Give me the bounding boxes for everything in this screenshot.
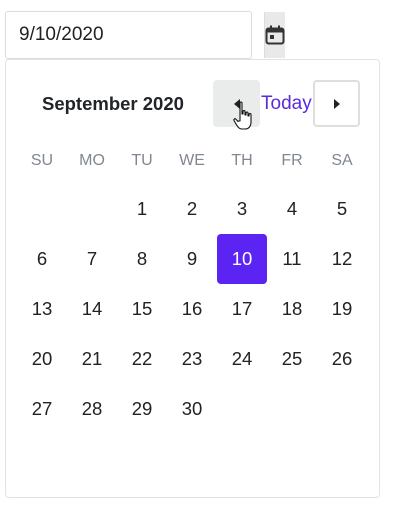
- calendar-empty-cell: [17, 184, 67, 234]
- calendar-day-number: 16: [181, 298, 203, 319]
- date-picker-input-group: [5, 11, 285, 59]
- calendar-day[interactable]: 7: [67, 234, 117, 284]
- weekday-label: FR: [281, 152, 303, 169]
- calendar-day[interactable]: 30: [167, 384, 217, 434]
- date-input[interactable]: [6, 12, 264, 58]
- calendar-day-number: 7: [86, 248, 98, 269]
- calendar-day-selected[interactable]: 10: [217, 234, 267, 284]
- calendar-day[interactable]: 17: [217, 284, 267, 334]
- calendar-day-number: 15: [131, 298, 153, 319]
- caret-right-icon: [333, 98, 340, 109]
- caret-left-icon: [233, 98, 240, 109]
- calendar-header: September 2020 Today: [6, 80, 379, 128]
- calendar-day-number: 18: [281, 298, 303, 319]
- calendar-empty-cell: [267, 384, 317, 434]
- calendar-day-number: 8: [136, 248, 148, 269]
- calendar-day-number: 19: [331, 298, 353, 319]
- calendar-day-number: 14: [81, 298, 103, 319]
- next-month-button[interactable]: [313, 80, 360, 127]
- calendar-day[interactable]: 2: [167, 184, 217, 234]
- calendar-day-number: 4: [286, 198, 298, 219]
- calendar-day[interactable]: 23: [167, 334, 217, 384]
- calendar-day-number: 12: [331, 248, 353, 269]
- calendar-day-number: 13: [31, 298, 53, 319]
- calendar-day[interactable]: 19: [317, 284, 367, 334]
- calendar-day-number: 24: [231, 348, 253, 369]
- calendar-day-number: 1: [136, 198, 148, 219]
- calendar-day[interactable]: 18: [267, 284, 317, 334]
- calendar-day-number: 20: [31, 348, 53, 369]
- calendar-day[interactable]: 21: [67, 334, 117, 384]
- calendar-day[interactable]: 11: [267, 234, 317, 284]
- calendar-day-number: 6: [36, 248, 48, 269]
- calendar-day-number: 2: [186, 198, 198, 219]
- calendar-day[interactable]: 6: [17, 234, 67, 284]
- calendar-day[interactable]: 22: [117, 334, 167, 384]
- calendar-day[interactable]: 8: [117, 234, 167, 284]
- calendar-empty-cell: [317, 384, 367, 434]
- month-title[interactable]: September 2020: [42, 93, 184, 115]
- calendar-day[interactable]: 4: [267, 184, 317, 234]
- calendar-day[interactable]: 24: [217, 334, 267, 384]
- calendar-day[interactable]: 25: [267, 334, 317, 384]
- calendar-day-number: 10: [217, 234, 267, 284]
- calendar-day-number: 28: [81, 398, 103, 419]
- calendar-day[interactable]: 1: [117, 184, 167, 234]
- today-link[interactable]: Today: [261, 93, 312, 115]
- calendar-day[interactable]: 13: [17, 284, 67, 334]
- weekday-header-row: SU MO TU WE TH FR SA: [17, 150, 367, 172]
- calendar-day[interactable]: 9: [167, 234, 217, 284]
- calendar-icon: [265, 25, 285, 45]
- calendar-day[interactable]: 14: [67, 284, 117, 334]
- calendar-popup: September 2020 Today SU MO TU WE TH FR S…: [5, 59, 380, 498]
- calendar-day[interactable]: 27: [17, 384, 67, 434]
- weekday-label: WE: [179, 152, 205, 169]
- calendar-day-number: 17: [231, 298, 253, 319]
- calendar-day[interactable]: 15: [117, 284, 167, 334]
- calendar-day[interactable]: 16: [167, 284, 217, 334]
- calendar-day-number: 5: [336, 198, 348, 219]
- calendar-day-number: 9: [186, 248, 198, 269]
- calendar-day[interactable]: 20: [17, 334, 67, 384]
- calendar-day-number: 25: [281, 348, 303, 369]
- weekday-label: TU: [131, 152, 153, 169]
- calendar-toggle-button[interactable]: [264, 12, 285, 58]
- calendar-day[interactable]: 26: [317, 334, 367, 384]
- calendar-day-grid: 1 2 3 4 5 6 7 8 9 10 11 12 13 14 15 16 17 18 19 20 21 22 23 24 2…: [17, 184, 367, 434]
- calendar-day[interactable]: 3: [217, 184, 267, 234]
- weekday-label: SA: [331, 152, 353, 169]
- calendar-day[interactable]: 5: [317, 184, 367, 234]
- calendar-day-number: 26: [331, 348, 353, 369]
- calendar-day[interactable]: 29: [117, 384, 167, 434]
- weekday-label: TH: [231, 152, 253, 169]
- calendar-day-number: 27: [31, 398, 53, 419]
- calendar-day-number: 11: [282, 248, 302, 269]
- calendar-empty-cell: [217, 384, 267, 434]
- weekday-label: SU: [30, 152, 54, 169]
- calendar-day[interactable]: 12: [317, 234, 367, 284]
- calendar-day-number: 21: [81, 348, 103, 369]
- calendar-day-number: 29: [131, 398, 153, 419]
- calendar-day-number: 23: [181, 348, 203, 369]
- prev-month-button[interactable]: [213, 80, 260, 127]
- weekday-label: MO: [79, 152, 105, 169]
- calendar-day-number: 30: [181, 398, 203, 419]
- calendar-day-number: 22: [131, 348, 153, 369]
- calendar-empty-cell: [67, 184, 117, 234]
- calendar-day-number: 3: [236, 198, 248, 219]
- calendar-day[interactable]: 28: [67, 384, 117, 434]
